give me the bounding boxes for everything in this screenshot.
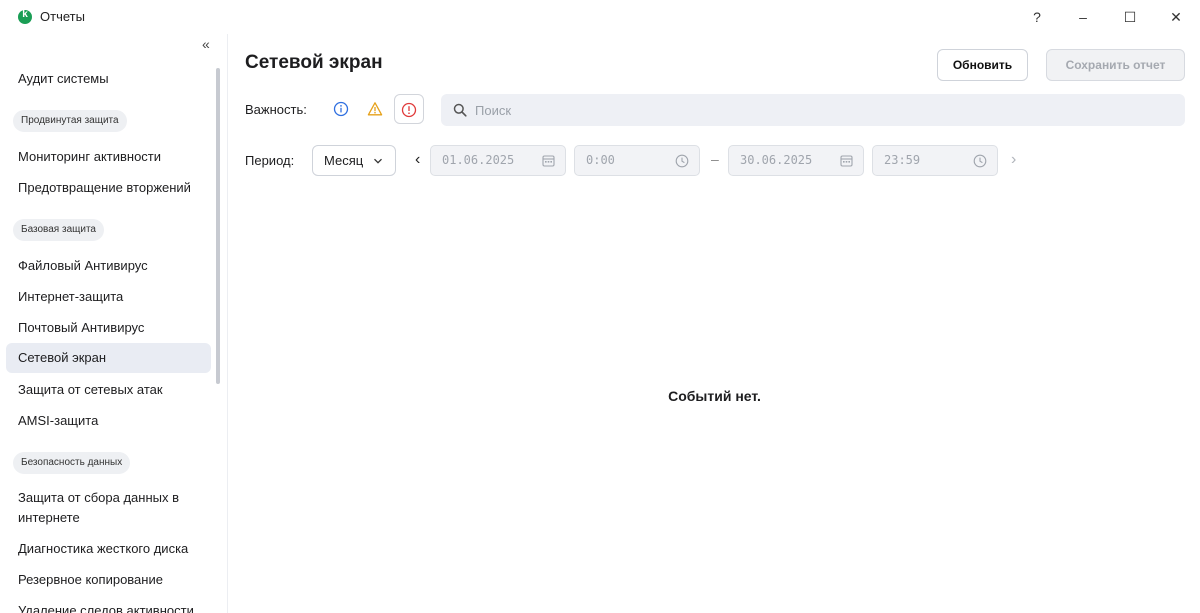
page-title: Сетевой экран xyxy=(245,52,383,73)
group-label-data-security: Безопасность данных xyxy=(13,452,131,474)
title-bar: Отчеты ? – ☐ ✕ xyxy=(0,0,1200,34)
refresh-button[interactable]: Обновить xyxy=(937,49,1028,81)
severity-info-toggle[interactable] xyxy=(326,94,356,124)
sidebar: « Аудит системы Продвинутая защита Монит… xyxy=(0,34,228,613)
sidebar-scrollbar[interactable] xyxy=(216,68,220,384)
sidebar-item-activity-cleaner[interactable]: Удаление следов активности xyxy=(6,596,211,613)
clock-icon xyxy=(973,154,987,168)
time-to-value: 23:59 xyxy=(884,153,921,167)
range-dash: – xyxy=(711,151,719,167)
info-icon xyxy=(333,101,349,117)
calendar-icon xyxy=(542,155,555,167)
critical-icon xyxy=(401,102,417,118)
next-period-button[interactable]: › xyxy=(1011,150,1016,170)
empty-state-message: Событий нет. xyxy=(668,388,761,404)
sidebar-item-activity-monitor[interactable]: Мониторинг активности xyxy=(6,142,211,172)
sidebar-item-mail-antivirus[interactable]: Почтовый Антивирус xyxy=(6,313,211,343)
period-select-value: Месяц xyxy=(324,153,364,168)
search-icon xyxy=(453,103,467,117)
save-report-button[interactable]: Сохранить отчет xyxy=(1046,49,1185,81)
sidebar-item-system-audit[interactable]: Аудит системы xyxy=(6,64,211,94)
severity-label: Важность: xyxy=(245,102,307,117)
sidebar-item-intrusion-prevention[interactable]: Предотвращение вторжений xyxy=(6,173,211,203)
severity-critical-toggle[interactable] xyxy=(394,94,424,124)
sidebar-item-web-protection[interactable]: Интернет-защита xyxy=(6,282,211,312)
time-to-field[interactable]: 23:59 xyxy=(872,145,998,176)
collapse-sidebar-button[interactable]: « xyxy=(202,36,210,52)
sidebar-item-backup[interactable]: Резервное копирование xyxy=(6,565,211,595)
chevron-down-icon xyxy=(373,146,383,178)
date-to-field[interactable]: 30.06.2025 xyxy=(728,145,864,176)
close-button[interactable]: ✕ xyxy=(1163,6,1189,28)
main-panel: Сетевой экран Обновить Сохранить отчет В… xyxy=(229,34,1200,613)
search-box[interactable] xyxy=(441,94,1185,126)
window-title: Отчеты xyxy=(40,9,85,24)
group-label-basic-protection: Базовая защита xyxy=(13,219,104,241)
sidebar-item-disk-diagnostics[interactable]: Диагностика жесткого диска xyxy=(6,534,211,564)
sidebar-item-firewall[interactable]: Сетевой экран xyxy=(6,343,211,373)
date-from-value: 01.06.2025 xyxy=(442,153,515,167)
period-label: Период: xyxy=(245,153,295,168)
time-from-field[interactable]: 0:00 xyxy=(574,145,700,176)
clock-icon xyxy=(675,154,689,168)
date-from-field[interactable]: 01.06.2025 xyxy=(430,145,566,176)
help-button[interactable]: ? xyxy=(1024,6,1050,28)
maximize-button[interactable]: ☐ xyxy=(1117,6,1143,28)
warning-icon xyxy=(367,102,383,116)
sidebar-item-file-antivirus[interactable]: Файловый Антивирус xyxy=(6,251,211,281)
search-input[interactable] xyxy=(475,94,1165,126)
calendar-icon xyxy=(840,155,853,167)
previous-period-button[interactable]: ‹ xyxy=(415,150,420,170)
group-label-advanced-protection: Продвинутая защита xyxy=(13,110,127,132)
sidebar-item-data-collection-protection[interactable]: Защита от сбора данных в интернете xyxy=(6,485,206,529)
date-to-value: 30.06.2025 xyxy=(740,153,813,167)
sidebar-item-amsi-protection[interactable]: AMSI-защита xyxy=(6,406,211,436)
period-select[interactable]: Месяц xyxy=(312,145,396,176)
time-from-value: 0:00 xyxy=(586,153,615,167)
minimize-button[interactable]: – xyxy=(1070,6,1096,28)
app-logo-icon xyxy=(18,9,32,24)
severity-warning-toggle[interactable] xyxy=(360,94,390,124)
sidebar-item-network-attack-blocker[interactable]: Защита от сетевых атак xyxy=(6,375,211,405)
